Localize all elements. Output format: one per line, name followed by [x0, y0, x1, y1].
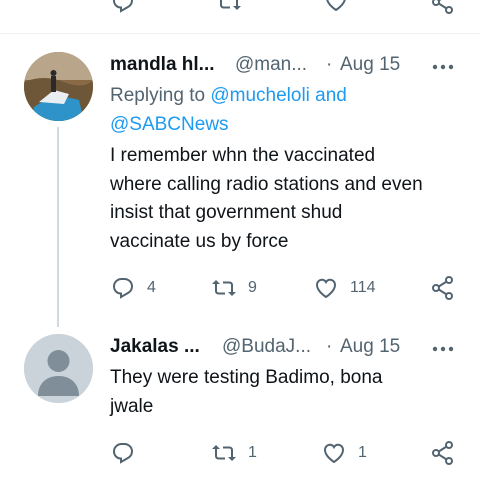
thread-connector-line — [57, 127, 59, 327]
separator-dot: · — [326, 336, 333, 357]
prev-reply-icon[interactable] — [110, 0, 136, 14]
retweet-icon[interactable] — [210, 276, 238, 300]
tweet-divider — [0, 33, 480, 34]
tweet-text-line: jwale — [110, 395, 154, 417]
prev-heart-icon[interactable] — [322, 0, 350, 14]
tweet-text-line: They were testing Badimo, bona — [110, 367, 383, 388]
prev-retweet-icon[interactable] — [215, 0, 243, 14]
user-handle[interactable]: @BudaJ... — [222, 336, 311, 358]
mention-link[interactable]: @SABCNews — [110, 114, 229, 136]
user-handle[interactable]: @man... — [235, 54, 307, 76]
more-dots-icon[interactable] — [431, 57, 455, 77]
tweet-text: They were testing Badimo, bona jwale — [110, 364, 470, 421]
prev-share-icon[interactable] — [430, 0, 456, 14]
like-count: 114 — [350, 279, 376, 296]
tweet-text-line: vaccinate us by force — [110, 230, 289, 252]
heart-icon[interactable] — [312, 275, 340, 301]
tweet-text-line: insist that government shud — [110, 202, 343, 223]
replying-to-and: and — [315, 85, 347, 106]
more-dots-icon[interactable] — [431, 339, 455, 359]
retweet-count: 1 — [248, 444, 257, 461]
tweet-text-line: I remember whn the vaccinated — [110, 145, 376, 166]
share-icon[interactable] — [430, 441, 456, 465]
tweet-text-line: where calling radio stations and even — [110, 173, 423, 195]
tweet-date[interactable]: Aug 15 — [340, 336, 400, 358]
display-name[interactable]: mandla hl... — [110, 54, 215, 76]
tweet-text: I remember whn the vaccinated where call… — [110, 142, 470, 256]
avatar[interactable] — [24, 52, 93, 121]
retweet-icon[interactable] — [210, 441, 238, 465]
reply-count: 4 — [147, 279, 156, 296]
display-name[interactable]: Jakalas ... — [110, 336, 200, 358]
reply-icon[interactable] — [110, 441, 136, 465]
retweet-count: 9 — [248, 279, 257, 296]
replying-to: Replying to @mucheloli and — [110, 85, 347, 107]
heart-icon[interactable] — [320, 440, 348, 466]
tweet-date[interactable]: Aug 15 — [340, 54, 400, 76]
share-icon[interactable] — [430, 276, 456, 300]
replying-to-label: Replying to — [110, 85, 206, 106]
mention-link[interactable]: @mucheloli — [210, 85, 310, 106]
like-count: 1 — [358, 444, 367, 461]
separator-dot: · — [326, 54, 333, 75]
reply-icon[interactable] — [110, 276, 136, 300]
default-avatar[interactable] — [24, 334, 93, 403]
